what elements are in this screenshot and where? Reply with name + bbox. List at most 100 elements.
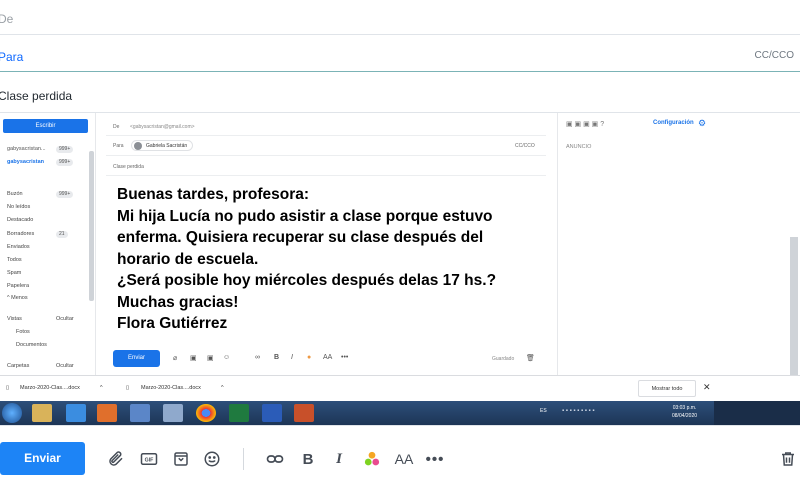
embedded-italic-icon: I (291, 354, 293, 361)
toolbar-separator (243, 448, 244, 470)
embedded-powerpoint-icon (294, 404, 314, 422)
message-body[interactable]: Buenas tardes, profesora: Mi hija Lucía … (117, 184, 547, 335)
embedded-taskbar: ES ▪ ▪ ▪ ▪ ▪ ▪ ▪ ▪ ▪ 03:03 p.m. 08/04/20… (0, 401, 800, 425)
gif-text: GIF (145, 458, 155, 464)
gif-icon[interactable]: GIF (138, 448, 160, 470)
embedded-ie-icon (66, 404, 86, 422)
body-line: horario de escuela. (117, 250, 259, 268)
embedded-gif-icon: ▣ (190, 355, 197, 362)
sticker-icon[interactable] (170, 448, 192, 470)
italic-icon[interactable]: I (328, 448, 350, 470)
embedded-chrome-icon (196, 404, 216, 422)
body-line: Muchas gracias! (117, 293, 239, 311)
embedded-folder: Todos (7, 257, 22, 263)
embedded-cc-label: CC/CCO (515, 143, 535, 149)
body-line: enferma. Quisiera recuperar su clase des… (117, 229, 484, 246)
embedded-excel-icon (229, 404, 249, 422)
emoji-icon[interactable] (201, 448, 223, 470)
embedded-tray-icons: ▪ ▪ ▪ ▪ ▪ ▪ ▪ ▪ ▪ (562, 408, 595, 414)
to-label: Para (0, 50, 24, 64)
embedded-from-value: <gabysacristan@gmail.com> (130, 124, 195, 130)
embedded-folder: Papelera (7, 283, 30, 289)
embedded-app-icon (163, 404, 183, 422)
embedded-date: 08/04/2020 (672, 413, 698, 419)
compose-toolbar: Enviar GIF B I AA ••• (0, 425, 800, 483)
subject-field[interactable]: Clase perdida (0, 72, 800, 113)
embedded-color-icon: ● (307, 354, 312, 361)
body-line: ¿Será posible hoy miércoles después dela… (117, 272, 497, 289)
cc-bcc-toggle[interactable]: CC/CCO (755, 50, 794, 61)
embedded-recipient-chip: Gabriela Sacristán (131, 140, 194, 151)
embedded-download-2: Marzo-2020-Clas....docx (141, 385, 201, 391)
embedded-chevron-icon: ^ (100, 385, 103, 391)
embedded-show-all-button: Mostrar todo (638, 380, 696, 397)
embedded-account-name-2: gabysacristan (7, 159, 44, 165)
embedded-drafts-badge: 21 (56, 231, 68, 238)
embedded-chevron-icon: ^ (221, 385, 224, 391)
body-line: Flora Gutiérrez (117, 315, 228, 332)
embedded-account-badge: 999+ (56, 146, 74, 153)
text-color-icon[interactable] (361, 448, 383, 470)
more-options-icon[interactable]: ••• (424, 448, 446, 470)
embedded-font-size-icon: AA (323, 354, 333, 361)
embedded-folder: Buzón (7, 191, 23, 197)
embedded-doc-icon: ▯ (126, 385, 130, 391)
embedded-desktop-area (714, 401, 800, 425)
send-button[interactable]: Enviar (0, 442, 85, 475)
attach-icon[interactable] (105, 448, 127, 470)
embedded-views-label: Vistas (7, 316, 22, 322)
embedded-link-icon: ∞ (255, 354, 260, 361)
embedded-right-scrollbar (790, 237, 798, 375)
from-field[interactable]: De (0, 0, 800, 35)
embedded-gear-icon: ⚙ (698, 118, 707, 128)
embedded-downloads-bar: ▯ Marzo-2020-Clas....docx ^ ▯ Marzo-2020… (0, 375, 800, 401)
embedded-settings-link: Configuración (653, 120, 694, 126)
embedded-right-pane: ▣ ▣ ▣ ▣ ? Configuración ⚙ ANUNCIO (558, 113, 800, 375)
bold-icon[interactable]: B (297, 448, 319, 470)
embedded-bold-icon: B (274, 354, 280, 361)
embedded-folder: Enviados (7, 244, 30, 250)
embedded-start-icon (2, 403, 22, 423)
embedded-inbox-badge: 999+ (56, 191, 74, 198)
embedded-folder: Destacado (7, 217, 34, 223)
font-size-icon[interactable]: AA (393, 448, 415, 470)
link-icon[interactable] (264, 448, 286, 470)
embedded-message-compose: De <gabysacristan@gmail.com> Para Gabrie… (96, 113, 558, 375)
embedded-account-badge-2: 999+ (56, 159, 74, 166)
embedded-doc-icon: ▯ (6, 385, 10, 391)
embedded-from-label: De (113, 124, 120, 130)
embedded-sidebar: Escribir gabysacristan... 999+ gabysacri… (0, 113, 96, 375)
embedded-trash-icon: 🗑 (526, 355, 535, 362)
embedded-ad-label: ANUNCIO (566, 144, 592, 150)
embedded-attach-icon: ⌀ (173, 355, 178, 362)
embedded-send-button: Enviar (113, 350, 160, 367)
embedded-documents-label: Documentos (16, 342, 47, 348)
embedded-folder: No leídos (7, 204, 31, 210)
embedded-time: 03:03 p.m. (672, 405, 697, 411)
body-line: Mi hija Lucía no pudo asistir a clase po… (117, 207, 493, 225)
embedded-hide-folders: Ocultar (56, 363, 74, 369)
embedded-language: ES (540, 408, 547, 414)
embedded-screenshot: Escribir gabysacristan... 999+ gabysacri… (0, 113, 800, 425)
embedded-subject: Clase perdida (113, 164, 144, 170)
from-label: De (0, 12, 14, 26)
embedded-word-icon (262, 404, 282, 422)
embedded-to-label: Para (113, 143, 124, 149)
embedded-download-1: Marzo-2020-Clas....docx (20, 385, 80, 391)
embedded-photos-label: Fotos (16, 329, 30, 335)
embedded-close-icon: ✕ (703, 382, 711, 392)
embedded-media-icon (97, 404, 117, 422)
embedded-sidebar-scrollbar (89, 151, 94, 301)
body-line: Buenas tardes, profesora: (117, 186, 310, 203)
embedded-app-icon (130, 404, 150, 422)
embedded-sticker-icon: ▣ (207, 355, 214, 362)
embedded-contacts-icon: ▣ ▣ ▣ ▣ ? (566, 121, 605, 128)
embedded-saved-label: Guardado (492, 356, 515, 362)
embedded-folders-label: Carpetas (7, 363, 30, 369)
to-field[interactable]: Para CC/CCO (0, 35, 800, 72)
trash-icon[interactable] (777, 448, 799, 470)
subject-value: Clase perdida (0, 89, 73, 103)
embedded-folder: Borradores (7, 231, 35, 237)
embedded-less-toggle: ^ Menos (7, 295, 28, 301)
embedded-more-icon: ••• (341, 354, 349, 361)
